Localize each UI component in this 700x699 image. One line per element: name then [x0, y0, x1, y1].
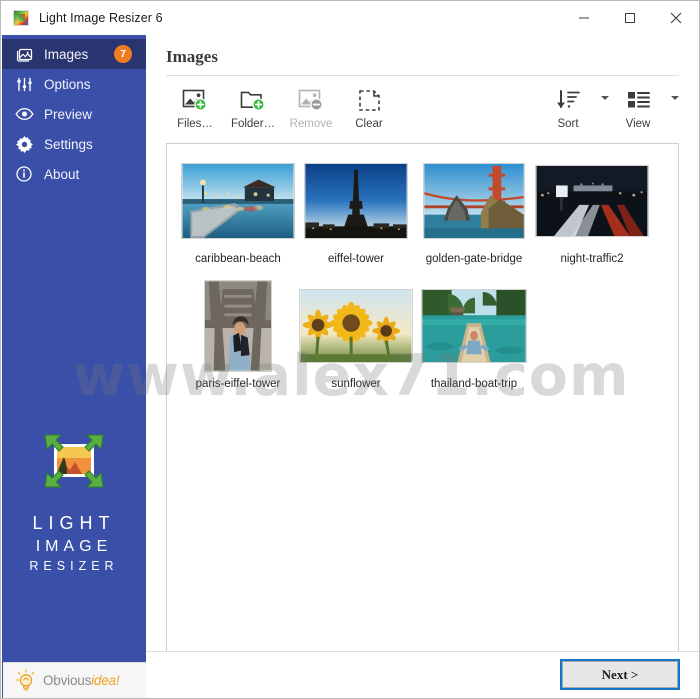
- night-traffic2-thumb: [535, 165, 649, 237]
- image-add-icon: [182, 86, 208, 114]
- sidebar-item-label: Settings: [44, 137, 93, 152]
- thumbnail-box: [417, 156, 531, 246]
- sort-button[interactable]: Sort: [539, 84, 597, 130]
- lightbulb-icon: [15, 669, 37, 693]
- images-icon: [14, 45, 34, 63]
- sidebar-item-label: Options: [44, 77, 91, 92]
- title-bar: Light Image Resizer 6: [1, 1, 699, 35]
- folder-add-icon: [240, 86, 266, 114]
- obviousidea-logo[interactable]: Obviousidea!: [3, 662, 147, 698]
- remove-button[interactable]: Remove: [282, 84, 340, 130]
- image-caption: caribbean-beach: [195, 253, 281, 265]
- view-label: View: [626, 118, 651, 130]
- toolbar-right-group: Sort: [539, 84, 679, 130]
- brand-line-2: IMAGE: [2, 536, 146, 558]
- paris-eiffel-tower-thumb: [204, 280, 272, 372]
- obviousidea-text-plain: Obvious: [43, 673, 91, 688]
- image-caption: sunflower: [331, 378, 380, 390]
- window-controls: [561, 1, 699, 35]
- sidebar-item-label: Images: [44, 47, 88, 62]
- view-button[interactable]: View: [609, 84, 667, 130]
- app-logo-icon: [13, 10, 29, 26]
- eiffel-tower-thumb: [304, 163, 408, 239]
- view-split-button[interactable]: View: [609, 84, 679, 130]
- thumbnail-box: [299, 156, 413, 246]
- image-remove-icon: [298, 86, 324, 114]
- thumbnail-box: [181, 156, 295, 246]
- add-folder-button[interactable]: Folder…: [224, 84, 282, 130]
- minimize-button[interactable]: [561, 1, 607, 35]
- golden-gate-bridge-thumb: [423, 163, 525, 239]
- clear-label: Clear: [355, 118, 382, 130]
- brand-line-3: RESIZER: [2, 558, 146, 575]
- sidebar-item-images[interactable]: Images 7: [2, 39, 146, 69]
- image-item[interactable]: eiffel-tower: [297, 156, 415, 265]
- image-item[interactable]: caribbean-beach: [179, 156, 297, 265]
- gear-icon: [14, 135, 34, 153]
- resize-arrows-photo-icon: [43, 433, 105, 489]
- view-chevron-down-icon[interactable]: [671, 96, 679, 100]
- image-caption: thailand-boat-trip: [431, 378, 517, 390]
- sidebar-item-preview[interactable]: Preview: [2, 99, 146, 129]
- sort-label: Sort: [557, 118, 578, 130]
- thumbnail-box: [299, 281, 413, 371]
- image-item[interactable]: night-traffic2: [533, 156, 651, 265]
- toolbar: Files… Folder…: [166, 76, 679, 142]
- image-caption: eiffel-tower: [328, 253, 384, 265]
- clear-button[interactable]: Clear: [340, 84, 398, 130]
- add-files-label: Files…: [177, 118, 213, 130]
- close-button[interactable]: [653, 1, 699, 35]
- image-item[interactable]: thailand-boat-trip: [415, 281, 533, 390]
- image-item[interactable]: paris-eiffel-tower: [179, 281, 297, 390]
- sunflower-thumb: [299, 289, 413, 363]
- footer-bar: Next >: [146, 651, 699, 697]
- images-count-badge: 7: [114, 45, 132, 63]
- window-title: Light Image Resizer 6: [39, 11, 163, 25]
- clear-dashed-icon: [358, 86, 381, 114]
- next-button[interactable]: Next >: [562, 661, 678, 688]
- image-caption: golden-gate-bridge: [426, 253, 523, 265]
- page-title: Images: [146, 35, 699, 67]
- thailand-boat-trip-thumb: [421, 289, 527, 363]
- add-folder-label: Folder…: [231, 118, 275, 130]
- brand-logo: LIGHT IMAGE RESIZER: [2, 433, 146, 575]
- image-caption: night-traffic2: [560, 253, 623, 265]
- sidebar-item-about[interactable]: About: [2, 159, 146, 189]
- sliders-icon: [14, 75, 34, 93]
- info-icon: [14, 165, 34, 183]
- image-item[interactable]: golden-gate-bridge: [415, 156, 533, 265]
- main-content: Images Files…: [146, 35, 699, 699]
- sort-split-button[interactable]: Sort: [539, 84, 609, 130]
- image-item[interactable]: sunflower: [297, 281, 415, 390]
- images-grid-panel[interactable]: caribbean-beach: [166, 143, 679, 667]
- sort-chevron-down-icon[interactable]: [601, 96, 609, 100]
- view-list-icon: [626, 86, 651, 114]
- thumbnail-box: [181, 281, 295, 371]
- sidebar-nav: Images 7 Options: [2, 35, 146, 189]
- obviousidea-label: Obviousidea!: [43, 673, 119, 688]
- remove-label: Remove: [290, 118, 333, 130]
- caribbean-beach-thumb: [181, 163, 295, 239]
- sidebar-item-label: About: [44, 167, 79, 182]
- obviousidea-text-accent: idea!: [91, 673, 119, 688]
- thumbnail-box: [535, 156, 649, 246]
- sidebar-item-options[interactable]: Options: [2, 69, 146, 99]
- maximize-button[interactable]: [607, 1, 653, 35]
- eye-icon: [14, 105, 34, 123]
- brand-line-1: LIGHT: [2, 511, 146, 536]
- thumbnail-box: [417, 281, 531, 371]
- sidebar-item-label: Preview: [44, 107, 92, 122]
- app-window: Light Image Resizer 6: [0, 0, 700, 699]
- sidebar-item-settings[interactable]: Settings: [2, 129, 146, 159]
- add-files-button[interactable]: Files…: [166, 84, 224, 130]
- sort-descending-icon: [556, 86, 581, 114]
- sidebar: Images 7 Options: [2, 35, 146, 699]
- image-caption: paris-eiffel-tower: [196, 378, 281, 390]
- images-grid: caribbean-beach: [167, 144, 678, 406]
